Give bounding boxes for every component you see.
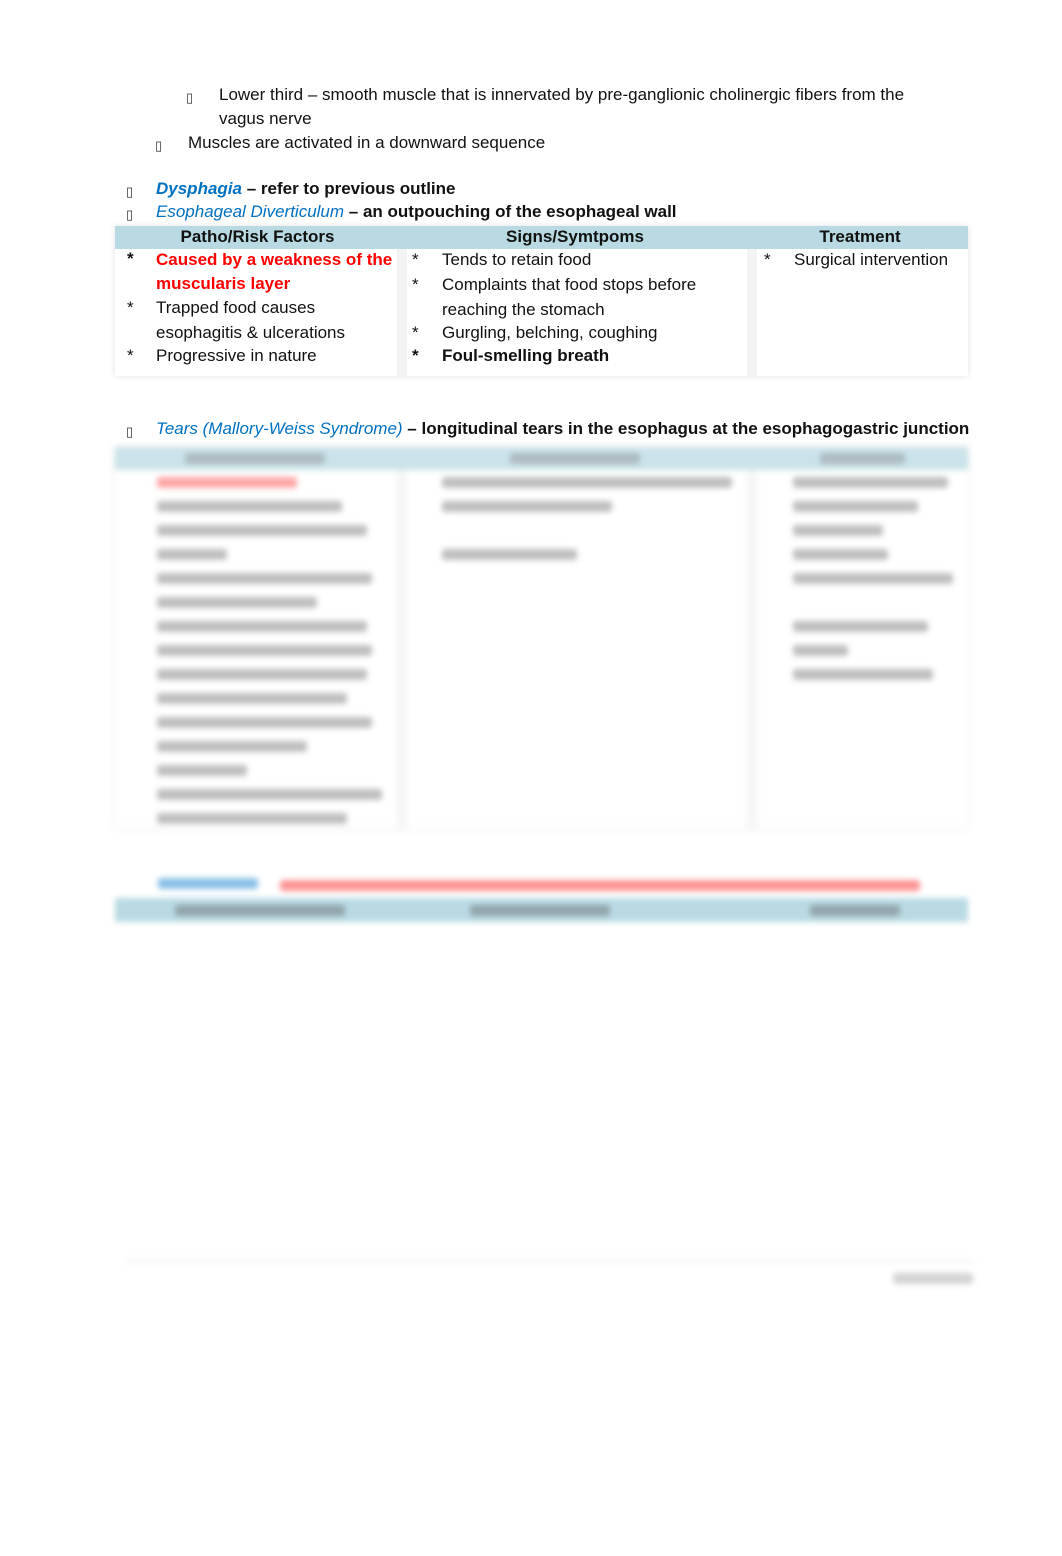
- sign-item: Gurgling, belching, coughing: [442, 323, 658, 342]
- patho-item: esophagitis & ulcerations: [156, 323, 346, 342]
- diverticulum-heading: Esophageal Diverticulum – an outpouching…: [156, 202, 677, 222]
- star-bullet: *: [764, 250, 771, 269]
- header-treatment: Treatment: [819, 227, 901, 246]
- diverticulum-desc: – an outpouching of the esophageal wall: [348, 202, 677, 221]
- patho-item: Trapped food causes: [156, 298, 316, 317]
- lower-third-cont: vagus nerve: [219, 109, 312, 128]
- table-header: [115, 447, 968, 470]
- footer-rule: [125, 1261, 975, 1262]
- document-page: { "bullets":{"square":"▯"}, "intro":{ "l…: [0, 0, 1062, 1556]
- bullet-icon: ▯: [126, 184, 134, 199]
- blurred-table-header: [115, 898, 968, 922]
- patho-item: Caused by a weakness of the: [156, 250, 393, 269]
- star-bullet: *: [412, 346, 419, 365]
- tears-heading: Tears (Mallory-Weiss Syndrome) – longitu…: [156, 419, 969, 439]
- dysphagia-heading: Dysphagia – refer to previous outline: [156, 179, 455, 199]
- star-bullet: *: [127, 249, 134, 268]
- patho-item: Progressive in nature: [156, 346, 317, 365]
- sign-item: Tends to retain food: [442, 250, 592, 269]
- dysphagia-desc: – refer to previous outline: [246, 179, 456, 198]
- diverticulum-table: Patho/Risk Factors Signs/Symtpoms Treatm…: [115, 226, 968, 376]
- column-divider: [747, 249, 757, 376]
- dysphagia-term: Dysphagia: [156, 179, 242, 198]
- blurred-tears-table: [115, 447, 968, 828]
- lower-third-text: Lower third – smooth muscle that is inne…: [219, 85, 905, 104]
- sign-item: reaching the stomach: [442, 300, 605, 319]
- sign-item: Complaints that food stops before: [442, 275, 697, 294]
- activation-text: Muscles are activated in a downward sequ…: [188, 133, 546, 152]
- header-signs: Signs/Symtpoms: [506, 227, 644, 246]
- star-bullet: *: [127, 346, 134, 365]
- bullet-icon: ▯: [155, 138, 163, 153]
- tears-desc: – longitudinal tears in the esophagus at…: [407, 419, 970, 438]
- column-divider: [397, 249, 407, 376]
- table-header: Patho/Risk Factors Signs/Symtpoms Treatm…: [115, 226, 968, 249]
- star-bullet: *: [412, 275, 419, 294]
- diverticulum-term: Esophageal Diverticulum: [156, 202, 345, 221]
- sign-item: Foul-smelling breath: [442, 346, 610, 365]
- star-bullet: *: [412, 323, 419, 342]
- header-patho: Patho/Risk Factors: [180, 227, 335, 246]
- bullet-icon: ▯: [126, 424, 134, 439]
- patho-item: muscularis layer: [156, 274, 291, 293]
- star-bullet: *: [127, 298, 134, 317]
- treatment-item: Surgical intervention: [794, 250, 949, 269]
- bullet-icon: ▯: [126, 207, 134, 222]
- bullet-icon: ▯: [186, 90, 194, 105]
- star-bullet: *: [412, 250, 419, 269]
- tears-term: Tears (Mallory-Weiss Syndrome): [156, 419, 403, 438]
